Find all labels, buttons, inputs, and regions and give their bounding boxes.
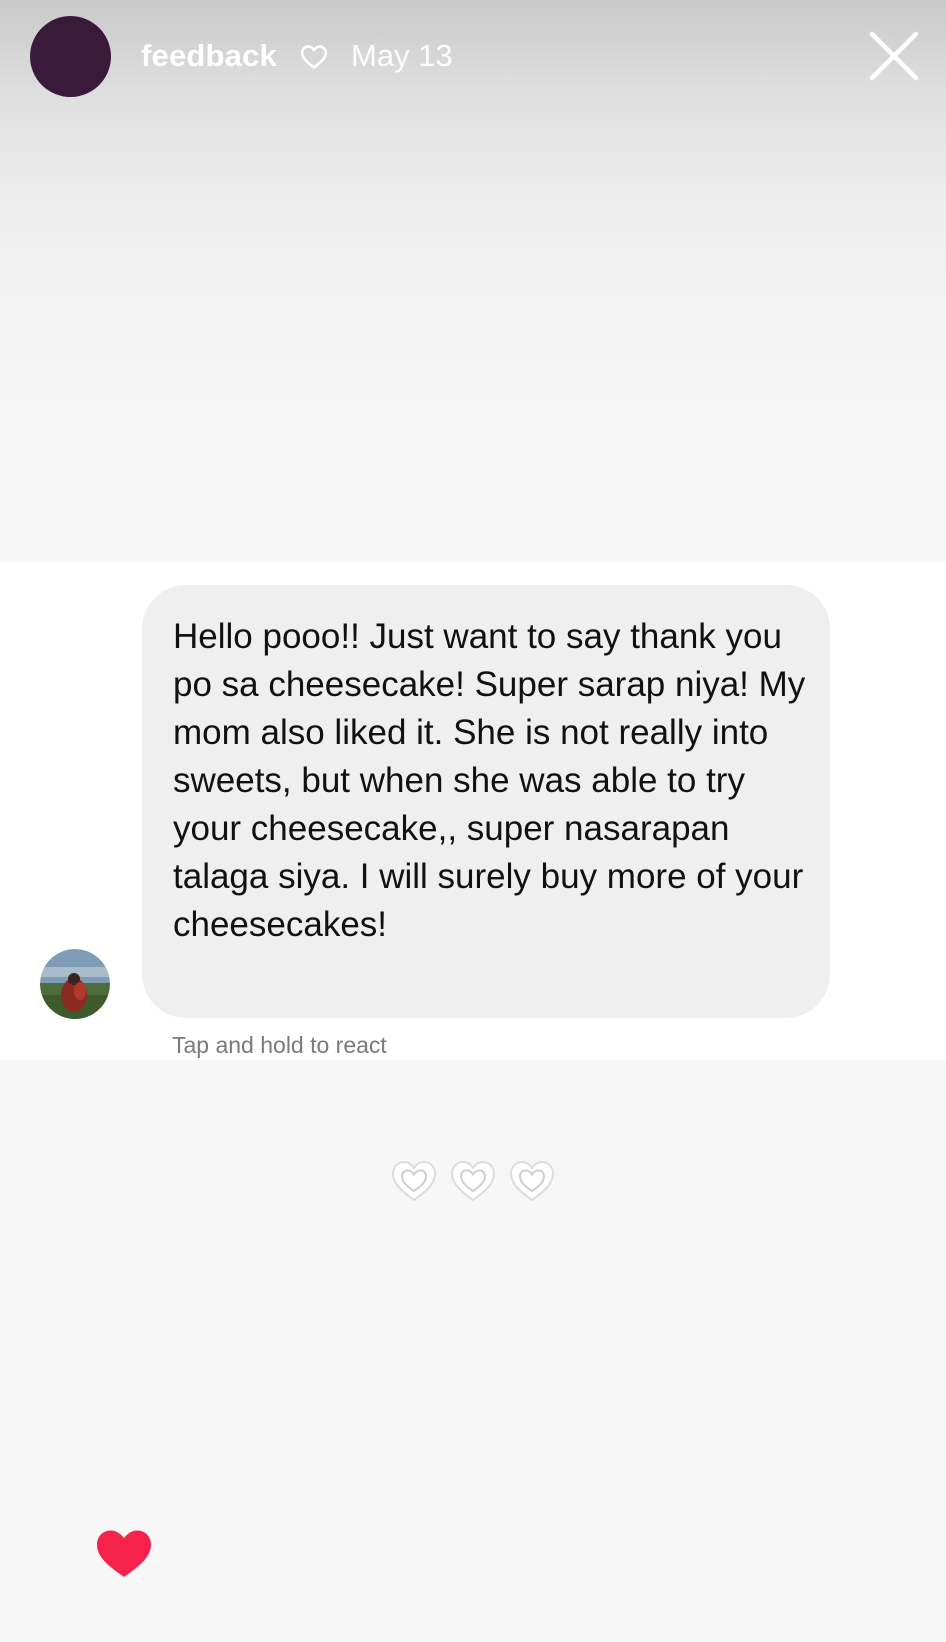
like-heart-icon[interactable] <box>94 1527 154 1581</box>
heart-outline-icon <box>509 1160 555 1202</box>
reaction-hearts <box>389 1157 559 1207</box>
story-date: May 13 <box>351 38 453 73</box>
story-header: feedback May 13 <box>0 0 946 115</box>
heart-outline-icon <box>450 1160 496 1202</box>
sender-avatar[interactable] <box>40 949 110 1019</box>
story-title[interactable]: feedback <box>141 36 277 76</box>
story-avatar[interactable] <box>30 16 111 97</box>
heart-outline-icon <box>391 1160 437 1202</box>
message-text: Hello pooo!! Just want to say thank you … <box>173 617 806 944</box>
message-bubble[interactable]: Hello pooo!! Just want to say thank you … <box>142 585 830 1018</box>
close-icon[interactable] <box>866 28 922 84</box>
heart-outline-icon <box>300 45 328 69</box>
tap-to-react-hint: Tap and hold to react <box>172 1032 387 1058</box>
